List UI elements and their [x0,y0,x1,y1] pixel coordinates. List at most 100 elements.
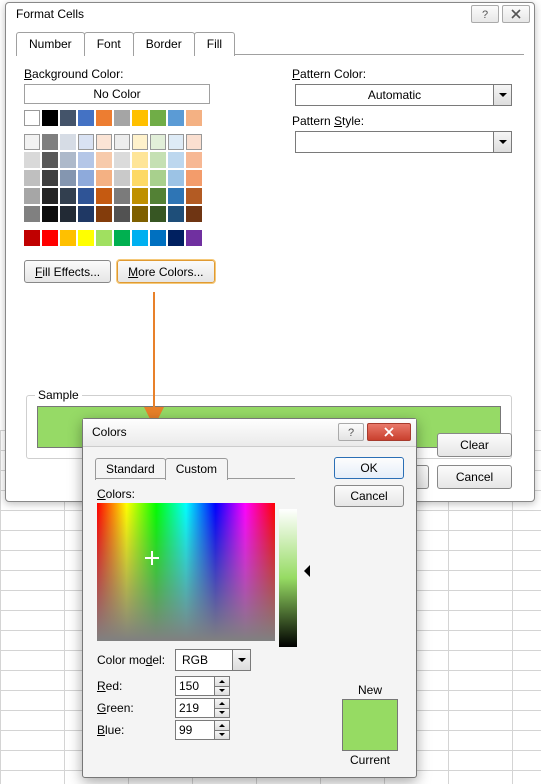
color-swatch[interactable] [24,170,40,186]
color-swatch[interactable] [186,152,202,168]
colors-help-button[interactable]: ? [338,423,364,441]
colors-ok-button[interactable]: OK [334,457,404,479]
color-swatch[interactable] [132,188,148,204]
color-swatch[interactable] [168,110,184,126]
color-swatch[interactable] [186,188,202,204]
color-swatch[interactable] [42,230,58,246]
color-swatch[interactable] [96,170,112,186]
color-swatch[interactable] [186,206,202,222]
color-swatch[interactable] [78,134,94,150]
color-swatch[interactable] [168,188,184,204]
color-swatch[interactable] [78,188,94,204]
color-swatch[interactable] [60,188,76,204]
more-colors-button[interactable]: More Colors... [117,260,214,283]
color-swatch[interactable] [168,206,184,222]
color-swatch[interactable] [24,152,40,168]
color-field[interactable] [97,503,275,641]
color-swatch[interactable] [132,230,148,246]
green-input[interactable] [175,698,215,718]
color-swatch[interactable] [150,152,166,168]
close-button[interactable] [502,5,530,23]
color-swatch[interactable] [132,134,148,150]
color-swatch[interactable] [114,230,130,246]
color-swatch[interactable] [150,206,166,222]
red-spinner[interactable] [175,676,230,696]
color-swatch[interactable] [42,170,58,186]
color-swatch[interactable] [114,152,130,168]
no-color-button[interactable]: No Color [24,84,210,104]
color-swatch[interactable] [96,206,112,222]
spin-up-icon[interactable] [215,698,230,708]
tab-custom[interactable]: Custom [165,458,228,480]
spin-down-icon[interactable] [215,686,230,697]
fill-effects-button[interactable]: Fill Effects... [24,260,111,283]
color-swatch[interactable] [24,110,40,126]
green-spinner[interactable] [175,698,230,718]
color-swatch[interactable] [150,110,166,126]
spin-up-icon[interactable] [215,676,230,686]
color-swatch[interactable] [24,134,40,150]
spin-down-icon[interactable] [215,730,230,741]
color-swatch[interactable] [150,134,166,150]
color-swatch[interactable] [114,188,130,204]
color-swatch[interactable] [60,152,76,168]
spin-down-icon[interactable] [215,708,230,719]
color-swatch[interactable] [96,134,112,150]
color-swatch[interactable] [78,230,94,246]
color-swatch[interactable] [24,206,40,222]
color-model-combo[interactable]: RGB [175,649,251,671]
cancel-button[interactable]: Cancel [437,465,512,489]
color-swatch[interactable] [42,134,58,150]
color-swatch[interactable] [114,170,130,186]
color-swatch[interactable] [60,170,76,186]
pattern-color-combo[interactable]: Automatic [295,84,512,106]
color-swatch[interactable] [168,134,184,150]
color-swatch[interactable] [60,110,76,126]
color-swatch[interactable] [96,188,112,204]
color-swatch[interactable] [132,206,148,222]
color-swatch[interactable] [186,230,202,246]
color-swatch[interactable] [132,170,148,186]
tab-font[interactable]: Font [84,32,134,56]
color-swatch[interactable] [96,152,112,168]
tab-number[interactable]: Number [16,32,85,56]
pattern-style-combo[interactable] [295,131,512,153]
tab-standard[interactable]: Standard [95,458,166,480]
color-swatch[interactable] [186,170,202,186]
color-swatch[interactable] [96,110,112,126]
color-swatch[interactable] [96,230,112,246]
color-swatch[interactable] [114,110,130,126]
spin-up-icon[interactable] [215,720,230,730]
blue-spinner[interactable] [175,720,230,740]
color-swatch[interactable] [78,170,94,186]
color-swatch[interactable] [60,206,76,222]
color-swatch[interactable] [24,188,40,204]
clear-button[interactable]: Clear [437,433,512,457]
colors-close-button[interactable] [367,423,411,441]
color-swatch[interactable] [60,230,76,246]
color-swatch[interactable] [168,230,184,246]
color-swatch[interactable] [114,134,130,150]
color-swatch[interactable] [114,206,130,222]
color-swatch[interactable] [150,230,166,246]
color-swatch[interactable] [186,110,202,126]
luminance-slider[interactable] [279,509,297,647]
color-swatch[interactable] [78,152,94,168]
color-swatch[interactable] [150,170,166,186]
color-swatch[interactable] [168,170,184,186]
red-input[interactable] [175,676,215,696]
color-swatch[interactable] [132,152,148,168]
color-swatch[interactable] [78,206,94,222]
color-swatch[interactable] [186,134,202,150]
tab-border[interactable]: Border [133,32,195,56]
colors-cancel-button[interactable]: Cancel [334,485,404,507]
color-swatch[interactable] [42,152,58,168]
color-swatch[interactable] [78,110,94,126]
color-swatch[interactable] [60,134,76,150]
tab-fill[interactable]: Fill [194,32,235,56]
color-swatch[interactable] [132,110,148,126]
color-swatch[interactable] [24,230,40,246]
color-swatch[interactable] [42,206,58,222]
color-swatch[interactable] [168,152,184,168]
help-button[interactable]: ? [471,5,499,23]
